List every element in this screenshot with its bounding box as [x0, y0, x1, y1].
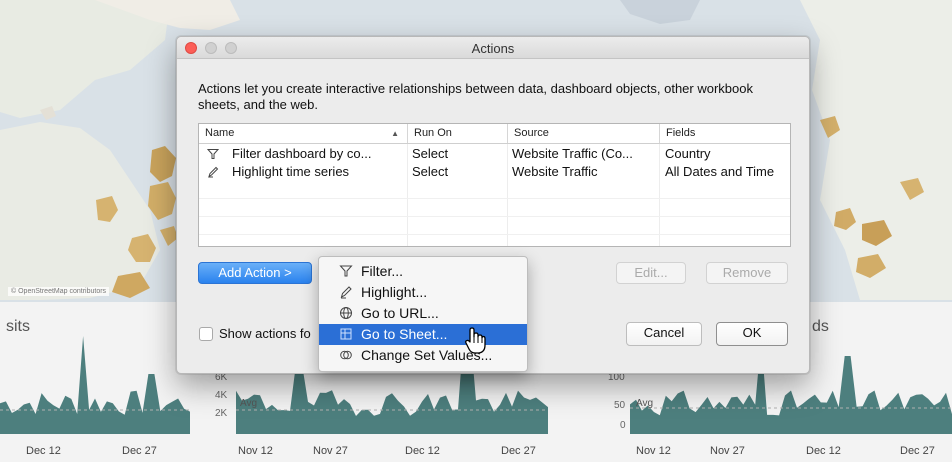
menu-item-label: Go to Sheet...	[361, 326, 448, 342]
sheet-icon	[340, 328, 352, 340]
row-source: Website Traffic (Co...	[512, 146, 633, 161]
highlight-icon	[208, 166, 219, 178]
actions-table: Name ▲ Run On Source Fields Filter dashb…	[198, 123, 791, 247]
empty-row	[199, 181, 790, 199]
add-action-menu: Filter... Highlight... Go to URL... Go t…	[318, 256, 528, 372]
left-panel-title: sits	[6, 318, 30, 335]
mid-y-label-2: 4K	[215, 390, 228, 401]
right-tick-1: Nov 12	[636, 445, 671, 457]
filter-icon	[339, 265, 353, 277]
column-header-fields[interactable]: Fields	[659, 124, 790, 143]
menu-item-label: Filter...	[361, 263, 404, 279]
add-action-button[interactable]: Add Action >	[198, 262, 312, 284]
filter-icon	[207, 149, 219, 159]
map-attribution: © OpenStreetMap contributors	[8, 287, 110, 296]
mid-tick-3: Dec 12	[405, 445, 440, 457]
dialog-titlebar[interactable]: Actions	[177, 37, 809, 59]
left-tick-1: Dec 12	[26, 445, 61, 457]
menu-item-label: Go to URL...	[361, 305, 439, 321]
globe-icon	[340, 307, 352, 319]
right-y-label-3: 0	[620, 420, 626, 431]
table-row[interactable]: Highlight time series Select Website Tra…	[199, 163, 790, 181]
column-header-source[interactable]: Source	[507, 124, 659, 143]
mid-tick-2: Nov 27	[313, 445, 348, 457]
highlight-icon	[340, 286, 352, 299]
menu-item-highlight[interactable]: Highlight...	[319, 282, 527, 303]
column-header-name-label: Name	[205, 127, 235, 139]
row-run-on: Select	[412, 164, 449, 179]
right-tick-2: Nov 27	[710, 445, 745, 457]
menu-item-filter[interactable]: Filter...	[319, 261, 527, 282]
right-tick-3: Dec 12	[806, 445, 841, 457]
right-panel-title: ds	[812, 318, 829, 335]
menu-item-go-to-sheet[interactable]: Go to Sheet...	[319, 324, 527, 345]
sort-ascending-icon: ▲	[391, 129, 399, 138]
show-actions-checkbox[interactable]	[199, 327, 213, 341]
menu-item-change-set-values[interactable]: Change Set Values...	[319, 345, 527, 366]
empty-row	[199, 199, 790, 217]
remove-button[interactable]: Remove	[706, 262, 788, 284]
empty-row	[199, 217, 790, 235]
row-run-on: Select	[412, 146, 449, 161]
row-name: Highlight time series	[232, 164, 350, 179]
mid-tick-1: Nov 12	[238, 445, 273, 457]
column-header-name[interactable]: Name ▲	[199, 124, 407, 143]
menu-item-label: Highlight...	[361, 284, 428, 300]
show-actions-label: Show actions fo	[219, 326, 311, 341]
right-tick-4: Dec 27	[900, 445, 935, 457]
right-avg-label: Avg	[636, 398, 654, 409]
set-values-icon	[340, 350, 352, 360]
row-name: Filter dashboard by co...	[232, 146, 372, 161]
row-fields: All Dates and Time	[665, 164, 775, 179]
mid-y-label-3: 2K	[215, 408, 228, 419]
table-header: Name ▲ Run On Source Fields	[199, 124, 790, 144]
cancel-button[interactable]: Cancel	[626, 322, 702, 346]
row-fields: Country	[665, 146, 711, 161]
menu-item-go-to-url[interactable]: Go to URL...	[319, 303, 527, 324]
dialog-description: Actions let you create interactive relat…	[198, 81, 753, 112]
hand-cursor-icon	[465, 327, 486, 354]
mid-tick-4: Dec 27	[501, 445, 536, 457]
mid-avg-label: Avg	[240, 398, 258, 409]
row-source: Website Traffic	[512, 164, 598, 179]
dialog-title: Actions	[471, 41, 515, 56]
edit-button[interactable]: Edit...	[616, 262, 686, 284]
visits-area-left	[0, 336, 190, 434]
left-tick-2: Dec 27	[122, 445, 157, 457]
ok-button[interactable]: OK	[716, 322, 788, 346]
right-y-label-2: 50	[614, 400, 626, 411]
column-header-run-on[interactable]: Run On	[407, 124, 507, 143]
table-row[interactable]: Filter dashboard by co... Select Website…	[199, 145, 790, 163]
